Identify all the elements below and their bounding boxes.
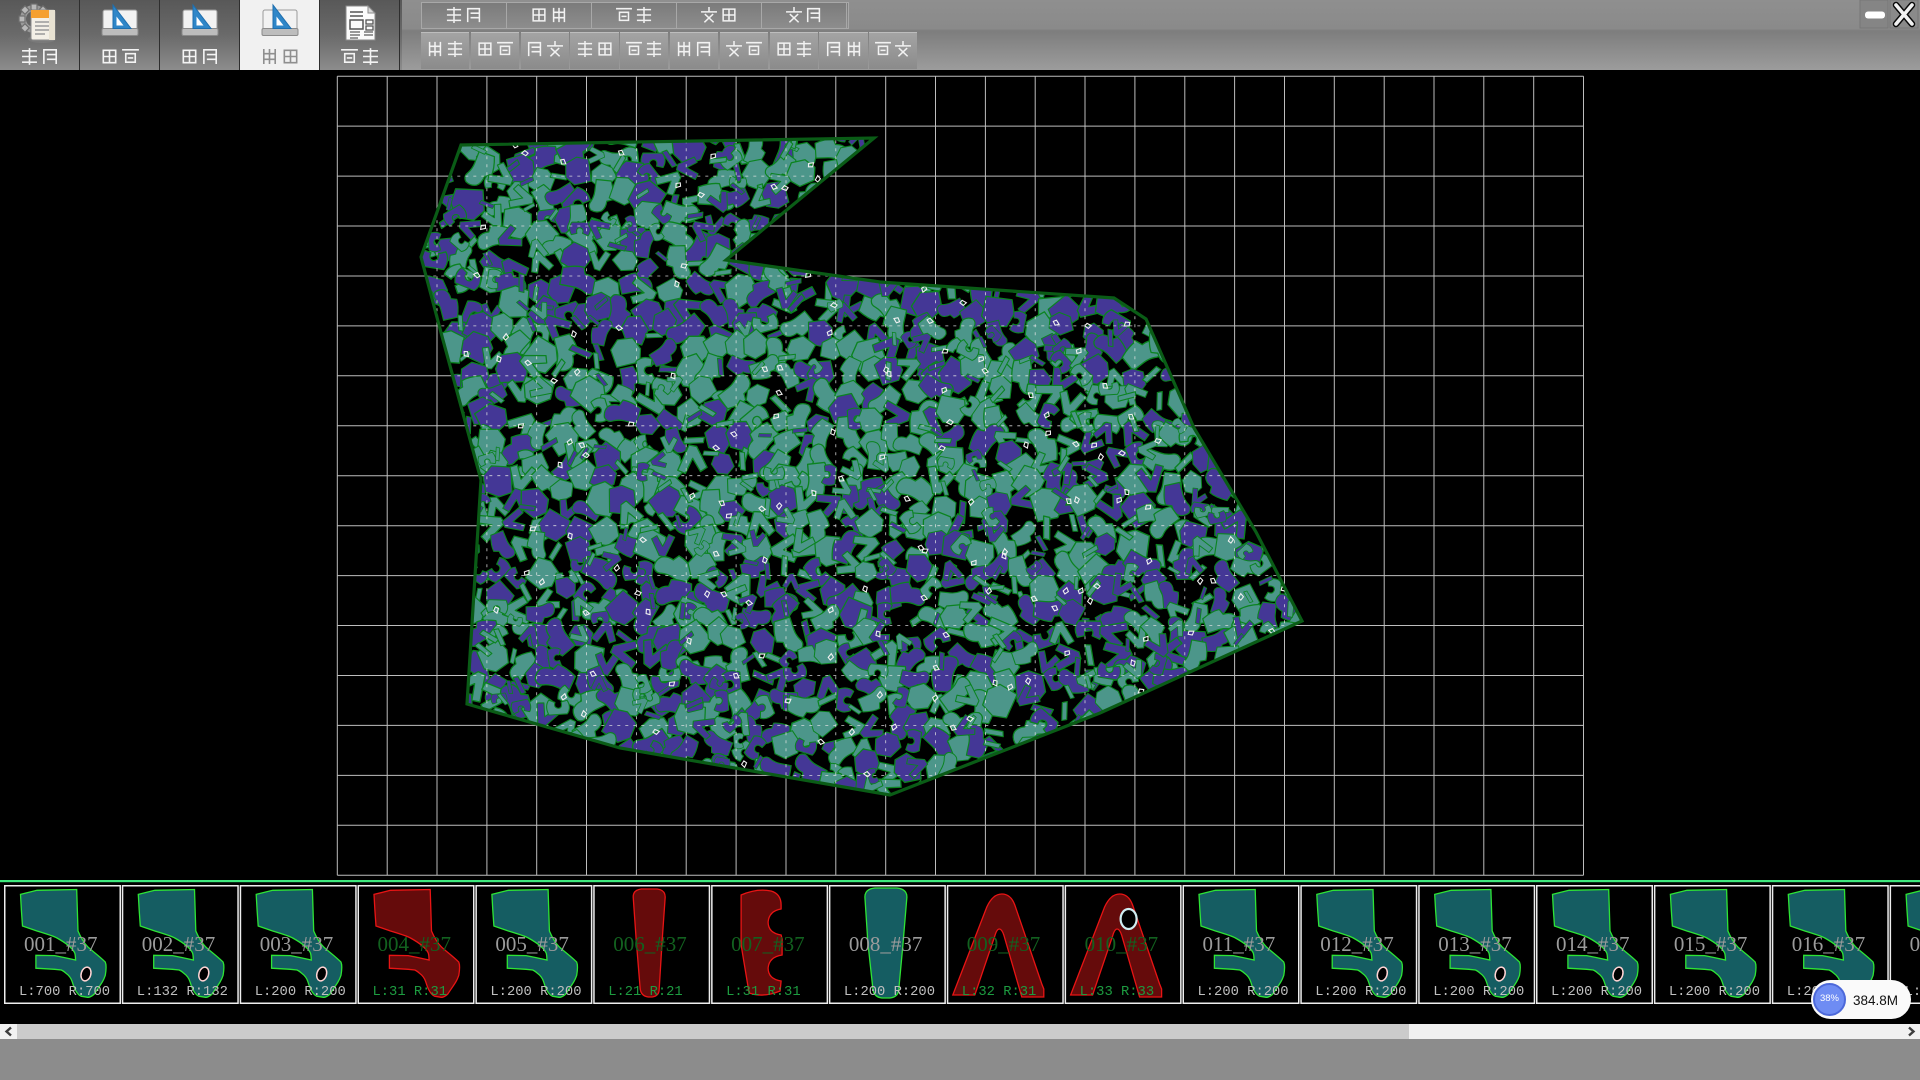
svg-text:L:200 R:200: L:200 R:200 (844, 985, 935, 1000)
svg-text:L:31 R:31: L:31 R:31 (726, 985, 801, 1000)
svg-text:L:200 R:200: L:200 R:200 (1315, 985, 1406, 1000)
svg-text:L:200 R:200: L:200 R:200 (1198, 985, 1289, 1000)
svg-text:008_#37: 008_#37 (849, 932, 923, 956)
svg-text:001_#37: 001_#37 (24, 932, 98, 956)
svg-text:012_#37: 012_#37 (1320, 932, 1394, 956)
svg-text:0: 0 (1910, 932, 1920, 956)
svg-text:002_#37: 002_#37 (142, 932, 216, 956)
svg-text:005_#37: 005_#37 (495, 932, 569, 956)
svg-text:007_#37: 007_#37 (731, 932, 805, 956)
svg-text:L:200 R:200: L:200 R:200 (490, 985, 581, 1000)
svg-text:013_#37: 013_#37 (1438, 932, 1512, 956)
svg-text:015_#37: 015_#37 (1674, 932, 1748, 956)
svg-text:L:700 R:700: L:700 R:700 (19, 985, 110, 1000)
svg-text:L:200 R:200: L:200 R:200 (255, 985, 346, 1000)
svg-text:014_#37: 014_#37 (1556, 932, 1630, 956)
svg-text:L:33 R:33: L:33 R:33 (1080, 985, 1155, 1000)
svg-text:L:32 R:31: L:32 R:31 (962, 985, 1037, 1000)
svg-text:009_#37: 009_#37 (967, 932, 1041, 956)
svg-text:L:31 R:31: L:31 R:31 (373, 985, 448, 1000)
svg-text:L:132 R:132: L:132 R:132 (137, 985, 228, 1000)
svg-text:L:200 R:200: L:200 R:200 (1669, 985, 1760, 1000)
svg-text:011_#37: 011_#37 (1203, 932, 1276, 956)
svg-text:004_#37: 004_#37 (378, 932, 452, 956)
svg-text:016_#37: 016_#37 (1792, 932, 1866, 956)
svg-text:010_#37: 010_#37 (1085, 932, 1159, 956)
svg-text:L:200 R:200: L:200 R:200 (1433, 985, 1524, 1000)
svg-text:L:21 R:21: L:21 R:21 (608, 985, 683, 1000)
svg-text:L:200 R:200: L:200 R:200 (1551, 985, 1642, 1000)
svg-text:006_#37: 006_#37 (613, 932, 687, 956)
svg-text:003_#37: 003_#37 (260, 932, 334, 956)
